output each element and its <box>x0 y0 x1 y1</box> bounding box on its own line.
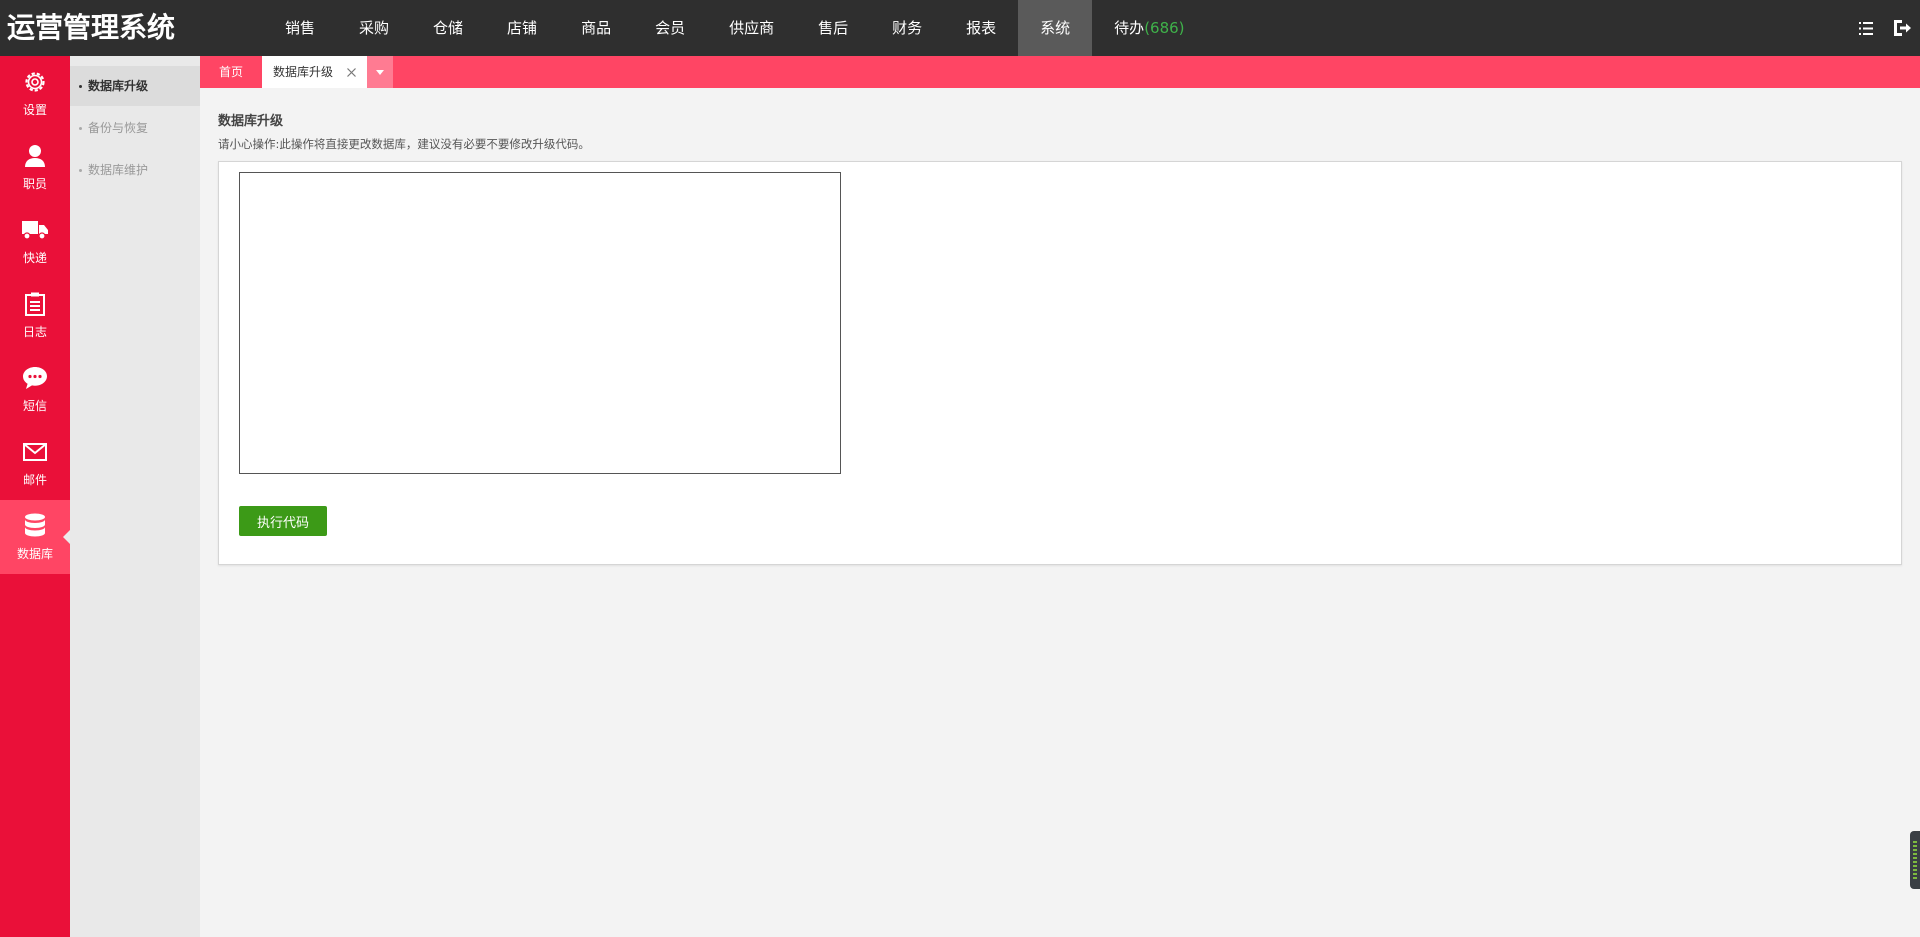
signal-bars-icon <box>1913 841 1917 879</box>
submenu-item-backup-restore[interactable]: 备份与恢复 <box>70 108 200 148</box>
nav-item-system[interactable]: 系统 <box>1018 0 1093 56</box>
execute-code-button[interactable]: 执行代码 <box>239 506 327 536</box>
sidebar-item-staff[interactable]: 职员 <box>0 130 70 204</box>
nav-item-todo[interactable]: 待办(686) <box>1092 0 1206 56</box>
page-title: 数据库升级 <box>218 114 284 129</box>
sidebar-label-logs: 日志 <box>22 324 47 339</box>
sidebar-item-sms[interactable]: 短信 <box>0 352 70 426</box>
nav-item-stores[interactable]: 店铺 <box>485 0 559 56</box>
chat-icon <box>22 365 48 391</box>
database-icon <box>22 513 48 539</box>
main-nav: 销售 采购 仓储 店铺 商品 会员 供应商 售后 财务 报表 系统 待办(686… <box>263 0 1207 56</box>
nav-item-products[interactable]: 商品 <box>559 0 633 56</box>
tab-home[interactable]: 首页 <box>200 56 262 88</box>
tab-bar: 首页 数据库升级 <box>200 56 1920 88</box>
icon-sidebar: 设置 职员 快递 日志 短信 邮件 数据库 <box>0 56 70 937</box>
sidebar-label-settings: 设置 <box>22 102 47 117</box>
sub-menu: 数据库升级 备份与恢复 数据库维护 <box>70 56 200 937</box>
side-scroll-widget[interactable] <box>1910 831 1920 889</box>
user-icon <box>22 143 48 169</box>
sidebar-label-database: 数据库 <box>16 546 53 561</box>
mail-icon <box>22 439 48 465</box>
warning-note: 请小心操作:此操作将直接更改数据库，建议没有必要不要修改升级代码。 <box>218 137 590 151</box>
upgrade-panel: 执行代码 <box>218 161 1902 565</box>
nav-item-warehouse[interactable]: 仓储 <box>411 0 485 56</box>
sidebar-item-database[interactable]: 数据库 <box>0 500 70 574</box>
sidebar-item-express[interactable]: 快递 <box>0 204 70 278</box>
nav-item-after-sales[interactable]: 售后 <box>796 0 870 56</box>
clipboard-icon <box>22 291 48 317</box>
nav-item-sales[interactable]: 销售 <box>263 0 337 56</box>
sidebar-item-mail[interactable]: 邮件 <box>0 426 70 500</box>
tab-db-upgrade-label: 数据库升级 <box>273 65 334 79</box>
tab-db-upgrade[interactable]: 数据库升级 <box>262 56 368 88</box>
gear-icon <box>22 69 48 95</box>
sidebar-item-settings[interactable]: 设置 <box>0 56 70 130</box>
sidebar-item-logs[interactable]: 日志 <box>0 278 70 352</box>
sidebar-label-sms: 短信 <box>22 398 47 413</box>
logout-icon[interactable] <box>1884 0 1920 56</box>
top-right-tools <box>1848 0 1920 56</box>
app-title: 运营管理系统 <box>7 11 176 44</box>
sidebar-label-mail: 邮件 <box>22 472 47 487</box>
nav-item-purchase[interactable]: 采购 <box>337 0 411 56</box>
submenu-item-db-maintenance[interactable]: 数据库维护 <box>70 150 200 190</box>
top-navigation-bar: 运营管理系统 销售 采购 仓储 店铺 商品 会员 供应商 售后 财务 报表 系统… <box>0 0 1920 56</box>
todo-count: (686) <box>1144 19 1185 37</box>
truck-icon <box>22 217 48 243</box>
chevron-down-icon[interactable] <box>367 56 394 88</box>
nav-item-finance[interactable]: 财务 <box>870 0 944 56</box>
list-icon[interactable] <box>1848 0 1884 56</box>
submenu-item-db-upgrade[interactable]: 数据库升级 <box>70 66 200 106</box>
upgrade-code-textarea[interactable] <box>239 172 841 474</box>
close-icon[interactable] <box>345 66 357 78</box>
nav-item-members[interactable]: 会员 <box>633 0 707 56</box>
todo-label: 待办 <box>1114 19 1145 37</box>
nav-item-reports[interactable]: 报表 <box>944 0 1018 56</box>
sidebar-label-express: 快递 <box>22 250 47 265</box>
nav-item-suppliers[interactable]: 供应商 <box>707 0 796 56</box>
sidebar-label-staff: 职员 <box>22 176 47 191</box>
